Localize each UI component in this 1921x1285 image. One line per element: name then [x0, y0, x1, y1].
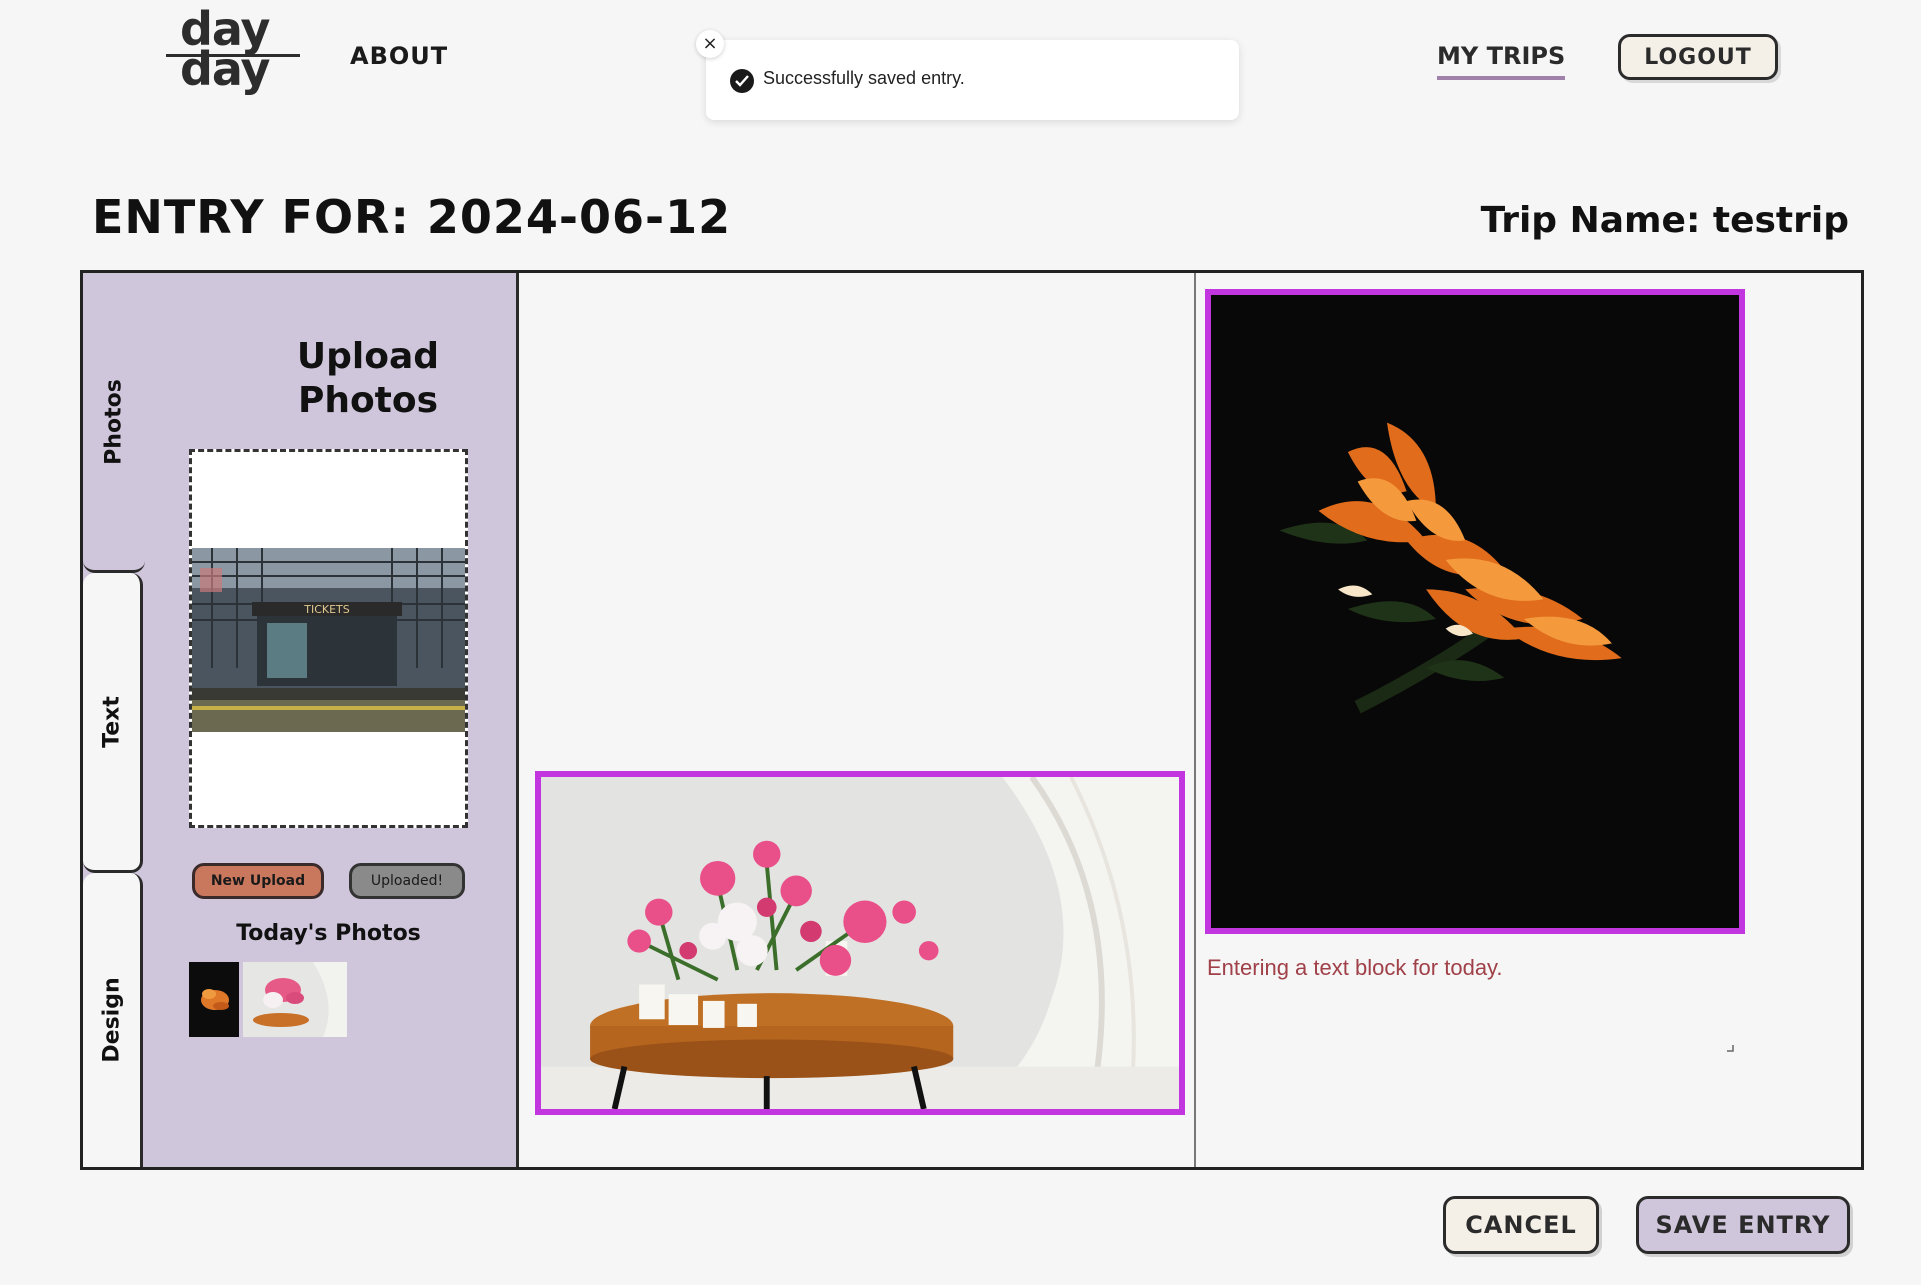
tab-photos-label: Photos	[101, 378, 127, 465]
entry-editor: Photos Text Design Upload Photos TICKETS…	[80, 270, 1864, 1170]
nav-my-trips-link[interactable]: MY TRIPS	[1437, 42, 1566, 80]
toast-message: Successfully saved entry.	[763, 68, 965, 88]
close-icon[interactable]: ×	[696, 30, 724, 58]
journal-canvas[interactable]: Entering a text block for today.	[519, 273, 1861, 1167]
tab-text[interactable]: Text	[83, 573, 143, 873]
check-circle-icon	[730, 69, 754, 93]
trip-name: Trip Name: testrip	[1480, 200, 1849, 241]
page: day day ABOUT MY TRIPS LOGOUT × Successf…	[0, 0, 1921, 1285]
todays-photos-heading: Today's Photos	[236, 921, 421, 946]
uploaded-button[interactable]: Uploaded!	[349, 863, 465, 899]
tab-design[interactable]: Design	[83, 873, 143, 1167]
resize-handle-icon[interactable]	[1725, 1043, 1735, 1053]
upload-preview-image: TICKETS	[192, 548, 465, 732]
canvas-text-block[interactable]: Entering a text block for today.	[1207, 955, 1747, 1055]
page-divider	[1194, 273, 1196, 1167]
tab-design-label: Design	[99, 977, 124, 1063]
cancel-button[interactable]: CANCEL	[1443, 1196, 1599, 1254]
tab-text-label: Text	[99, 695, 124, 748]
thumbnail-orange-flower[interactable]	[189, 962, 239, 1037]
photo-dropzone[interactable]: TICKETS	[189, 449, 468, 828]
logo[interactable]: day day	[166, 6, 300, 98]
tab-photos[interactable]: Photos	[83, 273, 145, 573]
thumbnail-pink-flowers[interactable]	[243, 962, 347, 1037]
entry-title: ENTRY FOR: 2024-06-12	[92, 190, 732, 244]
toast-notification: × Successfully saved entry.	[696, 30, 1239, 120]
logo-word-2: day	[180, 42, 271, 96]
sidebar-panel: Photos Text Design Upload Photos TICKETS…	[83, 273, 519, 1167]
upload-heading: Upload Photos	[296, 336, 440, 421]
new-upload-button[interactable]: New Upload	[192, 863, 324, 899]
canvas-photo-orange-flower[interactable]	[1205, 289, 1745, 934]
save-entry-button[interactable]: SAVE ENTRY	[1636, 1196, 1850, 1254]
nav-about-link[interactable]: ABOUT	[350, 42, 448, 70]
svg-text:TICKETS: TICKETS	[303, 603, 350, 616]
canvas-photo-pink-flowers[interactable]	[535, 771, 1185, 1115]
logout-button[interactable]: LOGOUT	[1618, 34, 1778, 80]
